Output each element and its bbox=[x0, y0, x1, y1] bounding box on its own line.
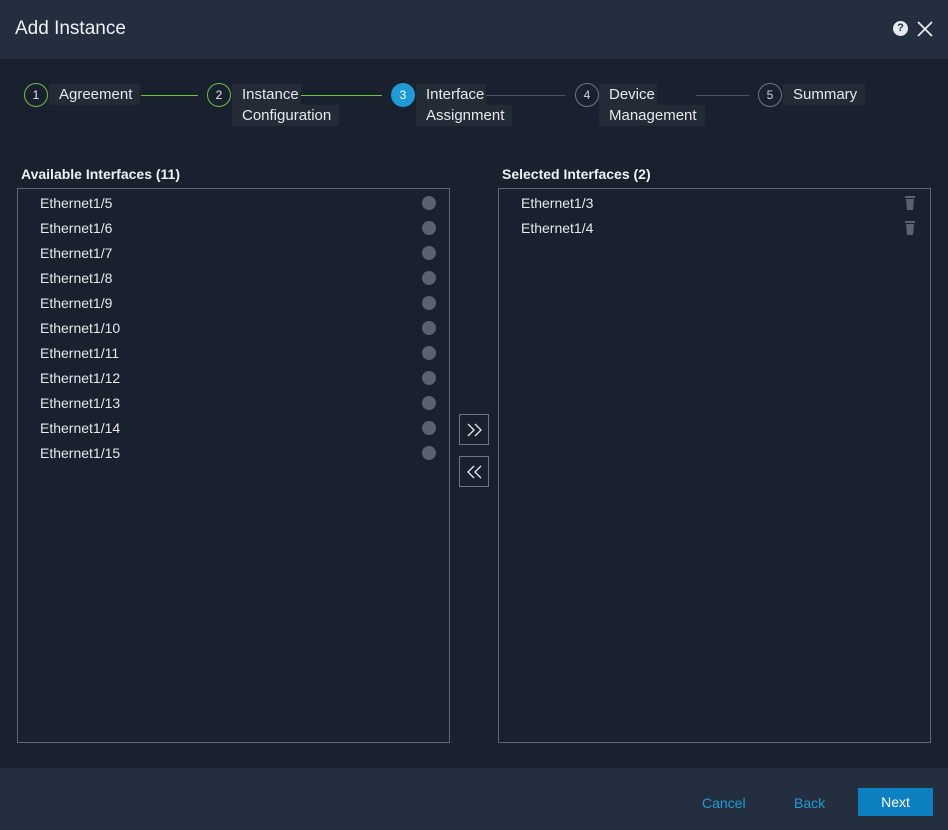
back-button[interactable]: Back bbox=[794, 795, 825, 811]
add-instance-dialog: Add Instance ? 1 Agreement 2 Instance Co… bbox=[0, 0, 948, 830]
list-item[interactable]: Ethernet1/11 bbox=[18, 341, 449, 366]
step-number: 3 bbox=[391, 83, 415, 107]
interface-name: Ethernet1/11 bbox=[40, 345, 120, 361]
interface-name: Ethernet1/5 bbox=[40, 195, 113, 211]
step-label-line2: Assignment bbox=[416, 105, 513, 126]
step-number: 2 bbox=[207, 83, 231, 107]
list-item[interactable]: Ethernet1/12 bbox=[18, 366, 449, 391]
available-interfaces-list[interactable]: Ethernet1/5 Ethernet1/6 Ethernet1/7 Ethe… bbox=[17, 188, 450, 743]
interface-name: Ethernet1/7 bbox=[40, 245, 113, 261]
step-number: 1 bbox=[24, 83, 48, 107]
step-label: Agreement bbox=[49, 84, 141, 105]
step-label-line2: Configuration bbox=[232, 105, 340, 126]
step-connector-1-2 bbox=[141, 95, 198, 96]
double-chevron-right-icon bbox=[467, 423, 482, 437]
dialog-header: Add Instance ? bbox=[0, 0, 948, 59]
list-item[interactable]: Ethernet1/4 bbox=[499, 216, 930, 241]
list-item[interactable]: Ethernet1/10 bbox=[18, 316, 449, 341]
remove-all-button[interactable] bbox=[459, 456, 489, 487]
list-item[interactable]: Ethernet1/9 bbox=[18, 291, 449, 316]
list-item[interactable]: Ethernet1/15 bbox=[18, 441, 449, 466]
list-item[interactable]: Ethernet1/6 bbox=[18, 216, 449, 241]
step-label: Instance bbox=[232, 84, 301, 105]
selected-interfaces-title: Selected Interfaces (2) bbox=[502, 166, 651, 182]
add-circle-icon[interactable] bbox=[422, 296, 436, 310]
step-label-line2: Management bbox=[599, 105, 705, 126]
list-item[interactable]: Ethernet1/7 bbox=[18, 241, 449, 266]
list-item[interactable]: Ethernet1/14 bbox=[18, 416, 449, 441]
step-number: 5 bbox=[758, 83, 782, 107]
step-connector-4-5 bbox=[696, 95, 749, 96]
add-circle-icon[interactable] bbox=[422, 196, 436, 210]
double-chevron-left-icon bbox=[467, 465, 482, 479]
step-label: Summary bbox=[783, 84, 866, 105]
add-circle-icon[interactable] bbox=[422, 371, 436, 385]
add-circle-icon[interactable] bbox=[422, 346, 436, 360]
help-glyph: ? bbox=[897, 22, 904, 34]
step-label: Interface bbox=[416, 84, 487, 105]
interface-name: Ethernet1/13 bbox=[40, 395, 121, 411]
interface-name: Ethernet1/10 bbox=[40, 320, 121, 336]
interface-name: Ethernet1/4 bbox=[521, 220, 594, 236]
dialog-title: Add Instance bbox=[15, 18, 126, 39]
add-circle-icon[interactable] bbox=[422, 446, 436, 460]
step-connector-2-3 bbox=[296, 95, 382, 96]
trash-icon[interactable] bbox=[903, 220, 917, 236]
next-button[interactable]: Next bbox=[858, 788, 933, 816]
add-circle-icon[interactable] bbox=[422, 221, 436, 235]
dialog-footer: Cancel Back Next bbox=[0, 768, 948, 830]
available-interfaces-title: Available Interfaces (11) bbox=[21, 166, 181, 182]
interface-name: Ethernet1/15 bbox=[40, 445, 121, 461]
list-item[interactable]: Ethernet1/13 bbox=[18, 391, 449, 416]
interface-name: Ethernet1/6 bbox=[40, 220, 113, 236]
cancel-button[interactable]: Cancel bbox=[702, 795, 746, 811]
help-icon[interactable]: ? bbox=[893, 21, 908, 36]
step-label: Device bbox=[599, 84, 657, 105]
list-item[interactable]: Ethernet1/5 bbox=[18, 191, 449, 216]
step-number: 4 bbox=[575, 83, 599, 107]
trash-icon[interactable] bbox=[903, 195, 917, 211]
add-circle-icon[interactable] bbox=[422, 321, 436, 335]
add-circle-icon[interactable] bbox=[422, 396, 436, 410]
step-connector-3-4 bbox=[482, 95, 565, 96]
add-circle-icon[interactable] bbox=[422, 246, 436, 260]
list-item[interactable]: Ethernet1/3 bbox=[499, 191, 930, 216]
interface-name: Ethernet1/9 bbox=[40, 295, 113, 311]
add-circle-icon[interactable] bbox=[422, 421, 436, 435]
selected-interfaces-list[interactable]: Ethernet1/3 Ethernet1/4 bbox=[498, 188, 931, 743]
close-icon[interactable] bbox=[916, 20, 934, 38]
add-circle-icon[interactable] bbox=[422, 271, 436, 285]
interface-name: Ethernet1/12 bbox=[40, 370, 121, 386]
interface-name: Ethernet1/8 bbox=[40, 270, 113, 286]
list-item[interactable]: Ethernet1/8 bbox=[18, 266, 449, 291]
add-all-button[interactable] bbox=[459, 414, 489, 445]
interface-name: Ethernet1/3 bbox=[521, 195, 594, 211]
interface-name: Ethernet1/14 bbox=[40, 420, 121, 436]
